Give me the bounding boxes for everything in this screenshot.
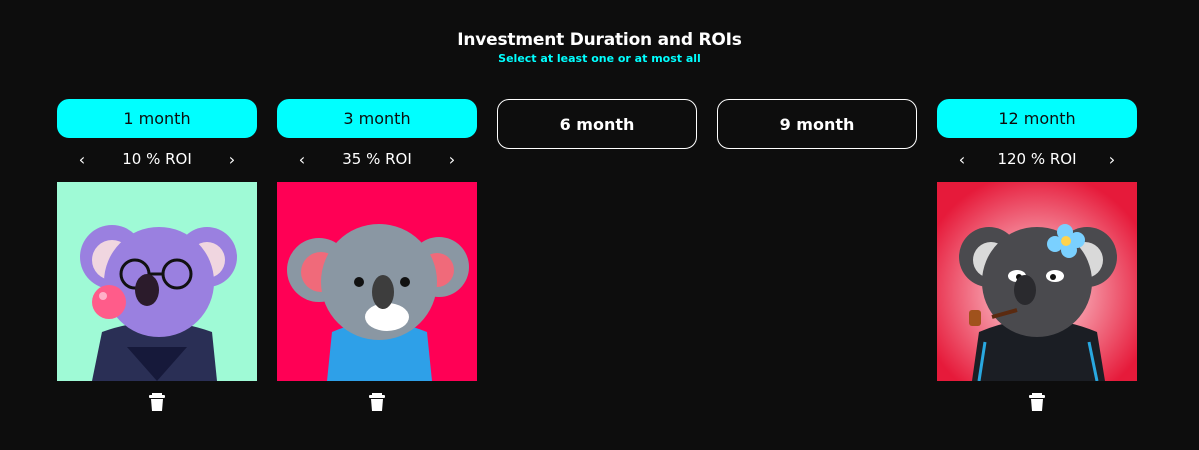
delete-button-1-month[interactable] (57, 393, 257, 411)
roi-value: 35 % ROI (342, 150, 412, 168)
chevron-left-icon[interactable]: ‹ (282, 150, 322, 169)
roi-selector: ‹ 10 % ROI › (57, 148, 257, 170)
nft-image-grey-koala (277, 182, 477, 381)
chevron-right-icon[interactable]: › (432, 150, 472, 169)
page-title: Investment Duration and ROIs (457, 30, 742, 50)
roi-value: 120 % ROI (997, 150, 1077, 168)
delete-button-3-month[interactable] (277, 393, 477, 411)
roi-selector: ‹ 120 % ROI › (937, 148, 1137, 170)
duration-column-9-month: 9 month (717, 99, 917, 149)
duration-button-12-month[interactable]: 12 month (937, 99, 1137, 138)
delete-button-12-month[interactable] (937, 393, 1137, 411)
roi-value: 10 % ROI (122, 150, 192, 168)
page-subtitle: Select at least one or at most all (498, 52, 701, 65)
chevron-left-icon[interactable]: ‹ (942, 150, 982, 169)
duration-column-1-month: 1 month ‹ 10 % ROI › (57, 99, 257, 411)
duration-column-3-month: 3 month ‹ 35 % ROI › (277, 99, 477, 411)
nft-image-dark-koala (937, 182, 1137, 381)
duration-button-6-month[interactable]: 6 month (497, 99, 697, 149)
duration-column-12-month: 12 month ‹ 120 % ROI › (937, 99, 1137, 411)
duration-button-1-month[interactable]: 1 month (57, 99, 257, 138)
chevron-left-icon[interactable]: ‹ (62, 150, 102, 169)
trash-icon (149, 393, 165, 411)
duration-column-6-month: 6 month (497, 99, 697, 149)
nft-image-purple-koala (57, 182, 257, 381)
trash-icon (369, 393, 385, 411)
roi-selector: ‹ 35 % ROI › (277, 148, 477, 170)
duration-button-3-month[interactable]: 3 month (277, 99, 477, 138)
section-header: Investment Duration and ROIs Select at l… (0, 30, 1199, 65)
chevron-right-icon[interactable]: › (212, 150, 252, 169)
chevron-right-icon[interactable]: › (1092, 150, 1132, 169)
duration-button-9-month[interactable]: 9 month (717, 99, 917, 149)
trash-icon (1029, 393, 1045, 411)
